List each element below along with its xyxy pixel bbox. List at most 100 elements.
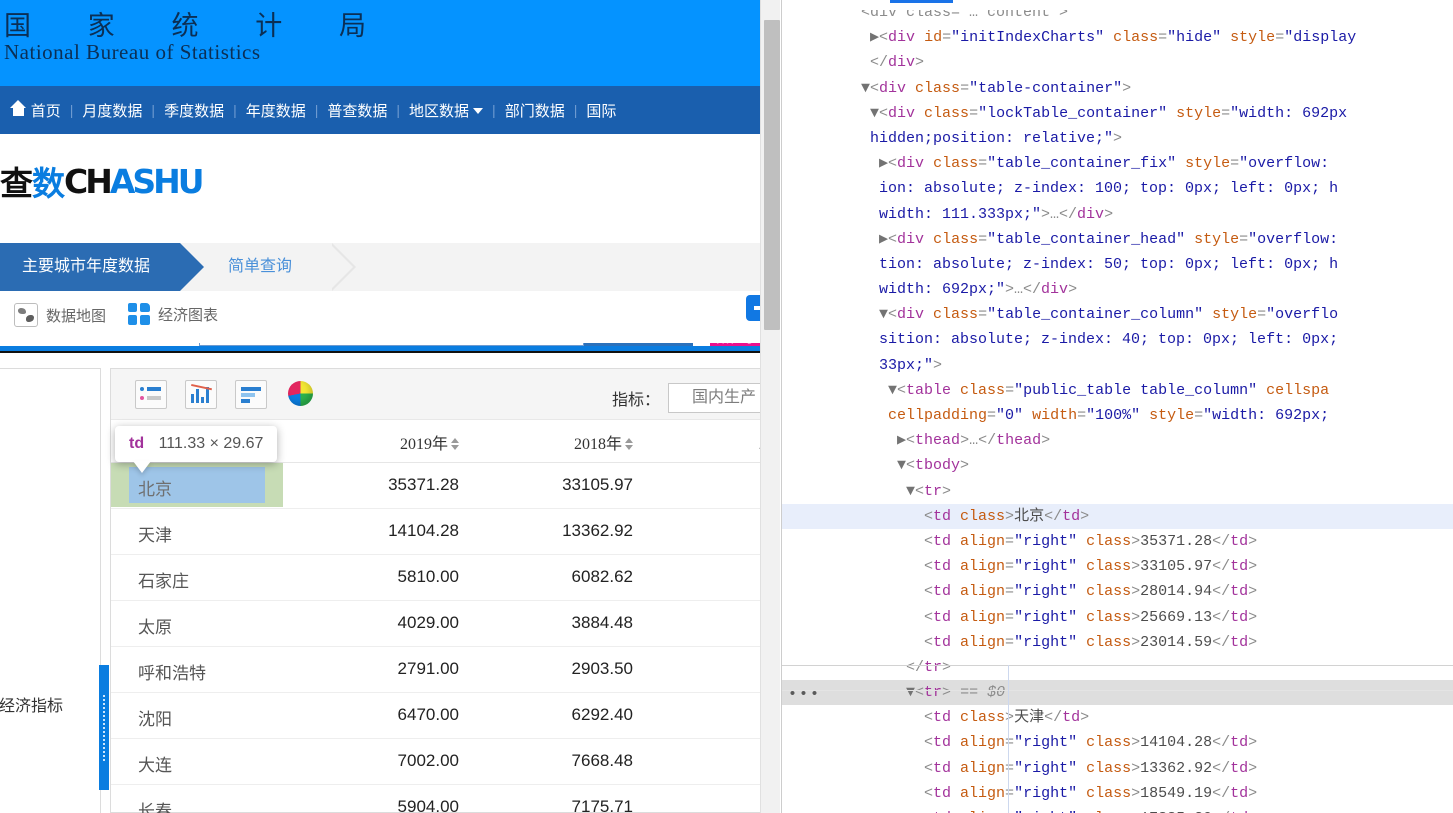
cell-v2019[interactable]: 4029.00: [339, 613, 459, 633]
nav-item-3[interactable]: 年度数据: [244, 100, 308, 121]
dom-node-line[interactable]: <td align="right" class>18549.19</td>: [782, 781, 1453, 806]
dom-node-line[interactable]: 33px;">: [782, 353, 1453, 378]
dom-node-line[interactable]: <td align="right" class>33105.97</td>: [782, 554, 1453, 579]
tab-simple-query[interactable]: 简单查询: [180, 243, 332, 291]
cell-v2019[interactable]: 6470.00: [339, 705, 459, 725]
cell-v2018[interactable]: 33105.97: [513, 475, 633, 495]
token-attrn: style: [1221, 29, 1275, 46]
bar-chart-icon[interactable]: [185, 380, 217, 409]
list-view-icon[interactable]: [135, 380, 167, 409]
dom-tree[interactable]: <div class="… content">▶<div id="initInd…: [782, 0, 1453, 813]
page-scrollbar-thumb[interactable]: [764, 20, 780, 330]
nav-item-1[interactable]: 月度数据: [80, 100, 144, 121]
dom-node-line[interactable]: hidden;position: relative;">: [782, 126, 1453, 151]
table-row[interactable]: 沈阳6470.006292.40586: [111, 693, 780, 739]
indicator-label: 指标：: [612, 386, 660, 410]
dom-node-line[interactable]: <td class>北京</td>: [782, 504, 1453, 529]
cell-v2019[interactable]: 14104.28: [339, 521, 459, 541]
node-badge-icon[interactable]: •••: [788, 682, 821, 707]
dom-node-line[interactable]: </tr>: [782, 655, 1453, 680]
cell-v2019[interactable]: 5904.00: [339, 797, 459, 813]
nav-item-6[interactable]: 部门数据: [503, 100, 567, 121]
dom-node-line[interactable]: ▼<div class="table_container_column" sty…: [782, 302, 1453, 327]
dom-node-line[interactable]: <td align="right" class>14104.28</td>: [782, 730, 1453, 755]
dom-node-text: ▶<div id="initIndexCharts" class="hide" …: [782, 25, 1356, 50]
table-row[interactable]: 石家庄5810.006082.62646: [111, 555, 780, 601]
sort-icon[interactable]: [451, 437, 459, 451]
chevron-down-icon[interactable]: [473, 108, 483, 114]
dom-node-line[interactable]: •••▼<tr> == $0: [782, 680, 1453, 705]
dom-node-line[interactable]: ▼<tbody>: [782, 453, 1453, 478]
nav-item-2[interactable]: 季度数据: [162, 100, 226, 121]
col-header-2019[interactable]: 2019年: [339, 430, 459, 454]
dom-node-line[interactable]: <td align="right" class>35371.28</td>: [782, 529, 1453, 554]
pie-chart-icon[interactable]: [288, 381, 313, 406]
cell-city[interactable]: 石家庄: [138, 567, 189, 592]
dom-node-line[interactable]: ▼<table class="public_table table_column…: [782, 378, 1453, 403]
dom-node-line[interactable]: ▶<thead>…</thead>: [782, 428, 1453, 453]
table-row[interactable]: 天津14104.2813362.921854: [111, 509, 780, 555]
cell-v2018[interactable]: 6292.40: [513, 705, 633, 725]
dom-node-line[interactable]: ▼<div class="lockTable_container" style=…: [782, 101, 1453, 126]
cell-city[interactable]: 太原: [138, 613, 172, 638]
table-row[interactable]: 长春5904.007175.71653: [111, 785, 780, 813]
cell-v2018[interactable]: 2903.50: [513, 659, 633, 679]
dom-node-line[interactable]: ▶<div class="table_container_head" style…: [782, 227, 1453, 252]
nav-item-4[interactable]: 普查数据: [325, 100, 389, 121]
page-scrollbar[interactable]: [760, 0, 780, 813]
sort-icon[interactable]: [625, 437, 633, 451]
dom-node-line[interactable]: <td class>天津</td>: [782, 705, 1453, 730]
dom-node-line[interactable]: ion: absolute; z-index: 100; top: 0px; l…: [782, 176, 1453, 201]
cell-v2019[interactable]: 5810.00: [339, 567, 459, 587]
dom-node-line[interactable]: ▼<tr>: [782, 479, 1453, 504]
cell-v2018[interactable]: 7668.48: [513, 751, 633, 771]
cell-v2019[interactable]: 2791.00: [339, 659, 459, 679]
dom-node-line[interactable]: <td align="right" class>25669.13</td>: [782, 605, 1453, 630]
data-map-link[interactable]: 数据地图: [14, 303, 106, 327]
cell-city[interactable]: 北京: [138, 475, 172, 500]
cell-v2019[interactable]: 7002.00: [339, 751, 459, 771]
cell-city[interactable]: 长春: [138, 797, 172, 813]
cell-v2018[interactable]: 6082.62: [513, 567, 633, 587]
dom-node-line[interactable]: width: 111.333px;">…</div>: [782, 202, 1453, 227]
dom-node-line[interactable]: width: 692px;">…</div>: [782, 277, 1453, 302]
table-row[interactable]: 北京35371.2833105.972801: [111, 463, 780, 509]
tab-main-city-annual[interactable]: 主要城市年度数据: [0, 243, 180, 291]
nav-item-7[interactable]: 国际: [584, 100, 618, 121]
hbar-chart-icon[interactable]: [235, 380, 267, 409]
dom-node-line[interactable]: <td align="right" class>17885.39</td>: [782, 806, 1453, 813]
table-row[interactable]: 呼和浩特2791.002903.50274: [111, 647, 780, 693]
table-row[interactable]: 太原4029.003884.48338: [111, 601, 780, 647]
dom-node-line[interactable]: ▶<div class="table_container_fix" style=…: [782, 151, 1453, 176]
dom-node-text: <td align="right" class>35371.28</td>: [782, 529, 1257, 554]
table-row[interactable]: 大连7002.007668.48736: [111, 739, 780, 785]
dom-node-line[interactable]: ▶<div id="initIndexCharts" class="hide" …: [782, 25, 1453, 50]
dom-node-line[interactable]: tion: absolute; z-index: 50; top: 0px; l…: [782, 252, 1453, 277]
token-attrv: tion: absolute; z-index: 50; top: 0px; l…: [879, 256, 1338, 273]
cell-city[interactable]: 大连: [138, 751, 172, 776]
nav-item-5[interactable]: 地区数据: [407, 100, 485, 121]
economy-chart-link[interactable]: 经济图表: [128, 303, 218, 325]
cell-city[interactable]: 呼和浩特: [138, 659, 206, 684]
token-arrow: ▼: [906, 684, 915, 701]
dom-node-line[interactable]: ▼<div class="table-container">: [782, 76, 1453, 101]
col-header-2018[interactable]: 2018年: [513, 430, 633, 454]
cell-city[interactable]: 沈阳: [138, 705, 172, 730]
dom-node-line[interactable]: cellpadding="0" width="100%" style="widt…: [782, 403, 1453, 428]
pane-resize-handle[interactable]: [99, 665, 109, 790]
cell-v2019[interactable]: 35371.28: [339, 475, 459, 495]
token-txtnode: 天津: [1014, 709, 1044, 726]
dom-node-line[interactable]: </div>: [782, 50, 1453, 75]
nav-item-0[interactable]: 首页: [8, 100, 63, 121]
dom-node-line[interactable]: <td align="right" class>13362.92</td>: [782, 756, 1453, 781]
cell-v2018[interactable]: 7175.71: [513, 797, 633, 813]
dom-node-line[interactable]: <td align="right" class>28014.94</td>: [782, 579, 1453, 604]
cell-v2018[interactable]: 3884.48: [513, 613, 633, 633]
dom-node-line[interactable]: <td align="right" class>23014.59</td>: [782, 630, 1453, 655]
cell-v2018[interactable]: 13362.92: [513, 521, 633, 541]
token-tagn: table: [906, 382, 951, 399]
cell-city[interactable]: 天津: [138, 521, 172, 546]
token-arrow: ▶: [870, 29, 879, 46]
token-punc: =: [1005, 609, 1014, 626]
dom-node-line[interactable]: sition: absolute; z-index: 40; top: 0px;…: [782, 327, 1453, 352]
